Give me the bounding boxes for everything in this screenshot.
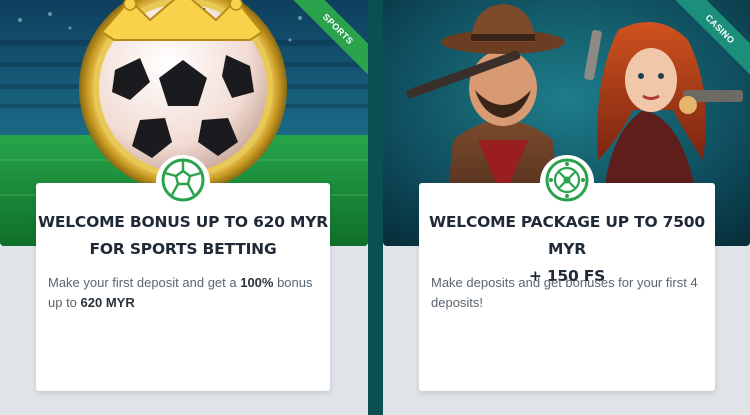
sports-info-panel: WELCOME BONUS UP TO 620 MYR FOR SPORTS B… [36,155,330,391]
casino-badge [540,155,594,209]
sports-title-line-2: FOR SPORTS BETTING [89,240,277,258]
casino-info-panel: WELCOME PACKAGE UP TO 7500 MYR + 150 FS … [419,155,715,391]
casino-title-line-1: WELCOME PACKAGE UP TO 7500 MYR [429,213,705,258]
sports-bonus-card[interactable]: SPORTS WELCOME BONUS UP TO 620 MYR FOR S… [0,0,368,415]
roulette-icon [545,158,589,207]
sports-card-title: WELCOME BONUS UP TO 620 MYR FOR SPORTS B… [36,209,330,263]
casino-card-description: Make deposits and get bonuses for your f… [431,275,698,310]
sports-desc-bold-amount: 620 MYR [80,295,135,310]
sports-card-description: Make your first deposit and get a 100% b… [48,273,318,313]
casino-bonus-card[interactable]: CASINO WELCOME PACKAGE UP TO 7500 MYR + … [383,0,750,415]
sports-badge [156,155,210,209]
sports-desc-text-1: Make your first deposit and get a [48,275,241,290]
soccer-ball-icon [161,158,205,207]
column-divider [368,0,383,415]
sports-desc-bold-percent: 100% [240,275,274,290]
sports-title-line-1: WELCOME BONUS UP TO 620 MYR [37,213,329,231]
